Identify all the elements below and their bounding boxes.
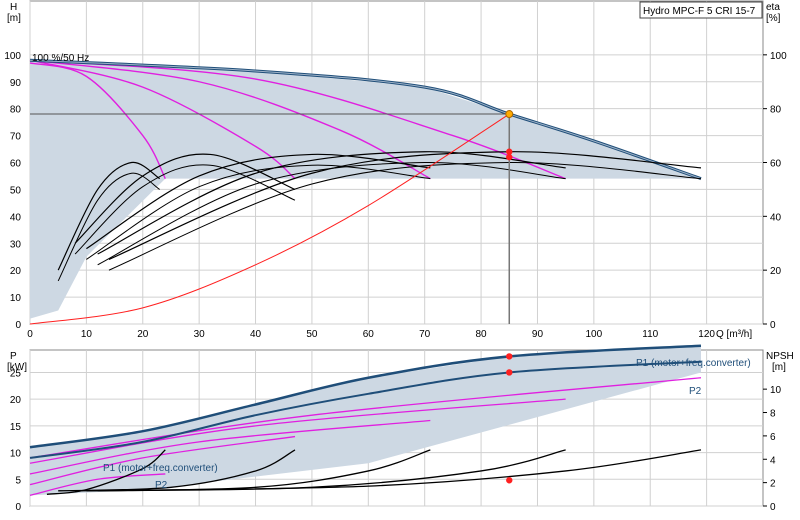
x-tick-label: 90 xyxy=(532,329,544,340)
npsh-tick-label: 4 xyxy=(770,455,776,466)
x-tick-label: 0 xyxy=(27,329,33,340)
head-tick-label: 10 xyxy=(10,293,22,304)
p2-duty-marker xyxy=(506,369,513,376)
chart-svg: 0 10 20 30 40 50 60 70 80 90 100 110 120010203040506… xyxy=(0,0,800,520)
head-tick-label: 100 xyxy=(4,51,21,62)
p2-label-low: P2 xyxy=(155,480,168,491)
x-tick-label: 20 xyxy=(137,329,149,340)
npsh-axis-unit: [m] xyxy=(772,362,786,373)
head-tick-label: 60 xyxy=(10,159,22,170)
duty-point-marker xyxy=(505,110,514,119)
x-tick-label: 100 xyxy=(586,329,603,340)
power-tick-label: 0 xyxy=(15,502,21,513)
title-box-text: Hydro MPC-F 5 CRI 15-7 xyxy=(643,6,756,17)
head-axis-label: H xyxy=(10,2,17,13)
speed-annotation: 100 %/50 Hz xyxy=(32,53,89,64)
eta-tick-label: 20 xyxy=(770,266,782,277)
head-tick-label: 90 xyxy=(10,78,22,89)
head-tick-label: 40 xyxy=(10,212,22,223)
p1-label-low: P1 (motor+freq.converter) xyxy=(103,463,218,474)
x-tick-label: 80 xyxy=(476,329,488,340)
p2-label: P2 xyxy=(689,386,702,397)
head-tick-label: 30 xyxy=(10,239,22,250)
x-tick-label: 70 xyxy=(419,329,431,340)
npsh-tick-label: 0 xyxy=(770,502,776,513)
npsh-tick-label: 6 xyxy=(770,432,776,443)
power-tick-label: 15 xyxy=(10,422,22,433)
npsh-tick-label: 2 xyxy=(770,479,776,490)
head-tick-label: 80 xyxy=(10,105,22,116)
power-axis-unit: [kW] xyxy=(7,362,27,373)
x-tick-label: 40 xyxy=(250,329,262,340)
npsh-duty-marker xyxy=(506,477,513,484)
npsh-axis-label: NPSH xyxy=(766,351,794,362)
pump-curve-chart: 0 10 20 30 40 50 60 70 80 90 100 110 120 0 10 20 30 40 50 6… xyxy=(0,0,800,520)
x-tick-label: 30 xyxy=(194,329,206,340)
head-tick-label: 0 xyxy=(15,320,21,331)
x-tick-label: 50 xyxy=(306,329,318,340)
eta-tick-label: 80 xyxy=(770,105,782,116)
head-axis-unit: [m] xyxy=(7,13,21,24)
eta-tick-label: 100 xyxy=(770,51,787,62)
eta-axis-unit: [%] xyxy=(766,13,781,24)
npsh-tick-label: 10 xyxy=(770,385,782,396)
power-tick-label: 20 xyxy=(10,395,22,406)
x-tick-label: 110 xyxy=(642,329,658,340)
p1-label: P1 (motor+freq.converter) xyxy=(636,358,751,369)
x-tick-label: 60 xyxy=(363,329,375,340)
eta-point-marker xyxy=(506,153,513,161)
npsh-tick-label: 8 xyxy=(770,409,776,420)
x-tick-label: 120 xyxy=(698,329,715,340)
power-axis-label: P xyxy=(10,351,17,362)
eta-axis-label: eta xyxy=(766,2,780,13)
head-tick-label: 20 xyxy=(10,266,22,277)
head-tick-label: 70 xyxy=(10,132,22,143)
eta-tick-label: 40 xyxy=(770,212,782,223)
x-tick-label: 10 xyxy=(81,329,93,340)
eta-tick-label: 60 xyxy=(770,159,782,170)
power-tick-label: 10 xyxy=(10,449,22,460)
flow-axis-label: Q [m³/h] xyxy=(716,329,752,340)
power-tick-label: 5 xyxy=(15,475,21,486)
p1-duty-marker xyxy=(506,353,513,360)
eta-tick-label: 0 xyxy=(770,320,776,331)
head-tick-label: 50 xyxy=(10,185,22,196)
